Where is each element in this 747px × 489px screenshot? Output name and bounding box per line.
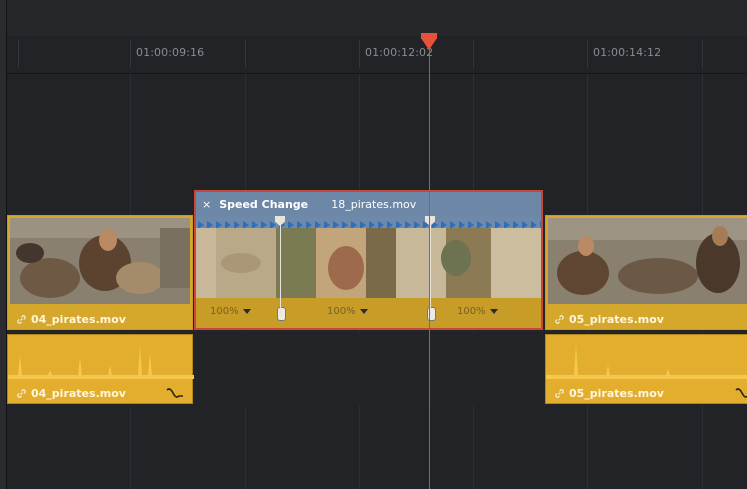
chevron-down-icon <box>359 309 368 314</box>
timecode-label: 01:00:09:16 <box>136 46 205 59</box>
ruler-tick <box>18 40 19 68</box>
speed-controls-bar: 100% 100% 100% <box>196 298 541 328</box>
speed-point-line <box>280 218 281 315</box>
video-clip[interactable]: 05_pirates.mov <box>545 215 747 330</box>
clip-name: 04_pirates.mov <box>31 313 126 326</box>
timeline-editor: 01:00:09:16 01:00:12:02 01:00:14:12 04_p <box>0 0 747 489</box>
speed-dropdown[interactable]: 100% <box>457 306 498 317</box>
playhead-line <box>429 40 430 489</box>
speed-dropdown[interactable]: 100% <box>210 306 251 317</box>
link-icon <box>555 389 564 398</box>
audio-clip[interactable]: 04_pirates.mov <box>7 334 194 404</box>
speed-change-title: Speed Change <box>219 197 309 211</box>
ruler-tick <box>473 40 474 68</box>
video-clip[interactable]: 04_pirates.mov <box>7 215 193 330</box>
ruler-tick <box>587 40 588 68</box>
ruler-tick <box>245 40 246 68</box>
chevron-down-icon <box>489 309 498 314</box>
speed-change-filename: 18_pirates.mov <box>331 197 417 211</box>
speed-change-header[interactable]: × Speed Change 18_pirates.mov <box>196 192 541 216</box>
link-icon <box>555 315 564 324</box>
curve-icon[interactable] <box>735 387 747 399</box>
clip-label: 04_pirates.mov <box>16 387 126 400</box>
curve-icon[interactable] <box>166 387 184 399</box>
clip-thumbnail <box>548 218 747 304</box>
clip-name: 05_pirates.mov <box>569 313 664 326</box>
ruler-tick <box>130 40 131 68</box>
track-header-edge <box>0 0 7 489</box>
link-icon <box>17 389 26 398</box>
close-icon[interactable]: × <box>202 198 211 211</box>
ruler-tick <box>359 40 360 68</box>
audio-clip[interactable]: 05_pirates.mov <box>545 334 747 404</box>
speed-dropdown[interactable]: 100% <box>327 306 368 317</box>
link-icon <box>17 315 26 324</box>
speed-value: 100% <box>327 306 356 317</box>
audio-waveform <box>8 345 194 379</box>
playhead-marker[interactable] <box>421 38 437 50</box>
speed-change-clip[interactable]: × Speed Change 18_pirates.mov 100% 100% … <box>194 190 546 330</box>
speed-value: 100% <box>457 306 486 317</box>
speed-arrow-strip <box>196 216 546 229</box>
ruler-tick <box>702 40 703 68</box>
timecode-label: 01:00:14:12 <box>593 46 662 59</box>
speed-point-line <box>430 218 431 315</box>
clip-label: 05_pirates.mov <box>554 387 664 400</box>
clip-name: 05_pirates.mov <box>569 387 664 400</box>
speed-clip-thumbnail <box>196 228 541 298</box>
audio-waveform <box>546 343 747 379</box>
chevron-down-icon <box>242 309 251 314</box>
speed-value: 100% <box>210 306 239 317</box>
clip-thumbnail <box>10 218 190 304</box>
speed-point-handle[interactable] <box>277 307 286 321</box>
timeline-toolbar <box>7 0 747 37</box>
clip-label: 04_pirates.mov <box>16 313 126 326</box>
clip-name: 04_pirates.mov <box>31 387 126 400</box>
clip-label: 05_pirates.mov <box>554 313 664 326</box>
